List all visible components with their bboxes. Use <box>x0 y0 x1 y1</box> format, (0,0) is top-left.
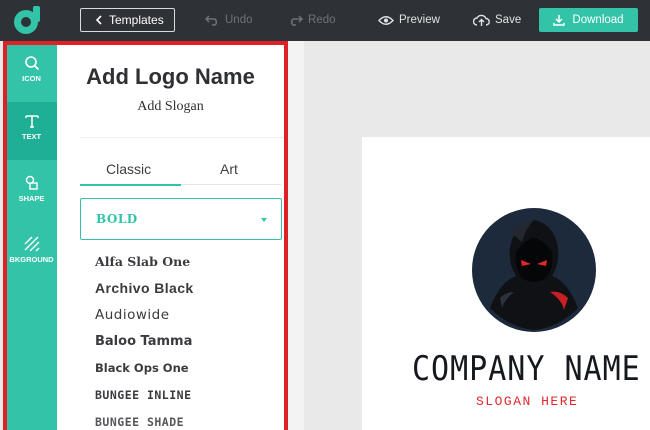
templates-button[interactable]: Templates <box>80 8 175 32</box>
save-button[interactable]: Save <box>473 11 521 29</box>
top-toolbar: Templates Undo Redo Preview Save Downloa… <box>0 0 650 41</box>
templates-label: Templates <box>109 13 164 27</box>
company-name-text[interactable]: COMPANY NAME <box>412 350 641 389</box>
download-icon <box>553 15 566 26</box>
slogan-text[interactable]: SLOGAN HERE <box>476 394 578 409</box>
canvas-gutter <box>288 41 304 430</box>
download-label: Download <box>572 14 624 26</box>
hooded-figure-icon[interactable] <box>472 208 596 332</box>
save-label: Save <box>495 14 522 26</box>
undo-icon <box>205 15 218 26</box>
undo-button[interactable]: Undo <box>205 11 253 29</box>
preview-button[interactable]: Preview <box>378 11 440 29</box>
logo-artboard[interactable]: COMPANY NAME SLOGAN HERE <box>362 137 650 430</box>
redo-button[interactable]: Redo <box>288 11 336 29</box>
preview-label: Preview <box>399 14 440 26</box>
app-logo-icon[interactable] <box>12 4 42 36</box>
undo-label: Undo <box>225 14 253 26</box>
eye-icon <box>378 15 394 25</box>
chevron-left-icon <box>95 15 102 25</box>
redo-label: Redo <box>308 14 336 26</box>
highlight-frame <box>3 41 288 430</box>
redo-icon <box>290 15 303 26</box>
cloud-upload-icon <box>473 14 490 26</box>
download-button[interactable]: Download <box>539 8 638 32</box>
